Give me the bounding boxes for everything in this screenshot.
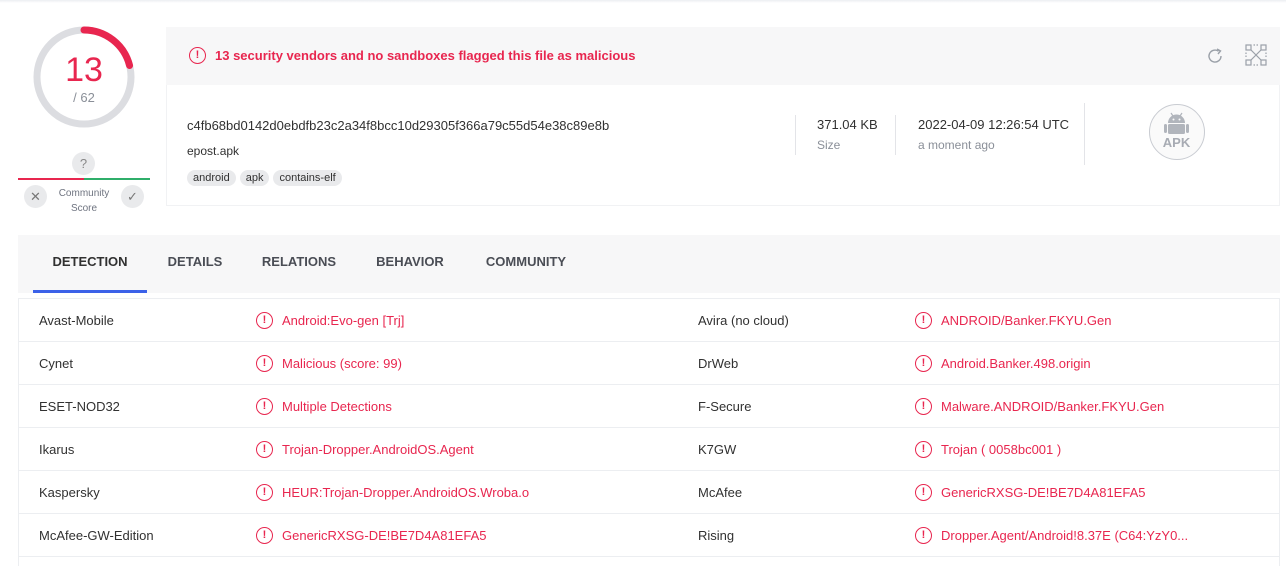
divider <box>895 115 896 155</box>
active-tab-indicator <box>33 290 147 293</box>
detection-result: GenericRXSG-DE!BE7D4A81EFA5 <box>941 485 1146 500</box>
vote-harmless-button[interactable]: ✓ <box>121 185 144 208</box>
detection-score-gauge: 13 / 62 <box>33 26 135 128</box>
vote-harmful-button[interactable]: ✕ <box>24 185 47 208</box>
vendor-name: ESET-NOD32 <box>39 399 120 414</box>
alert-icon: ! <box>256 312 273 329</box>
analysis-date-relative: a moment ago <box>918 138 995 152</box>
similar-files-icon[interactable] <box>1244 43 1268 67</box>
verdict-text: 13 security vendors and no sandboxes fla… <box>215 48 636 63</box>
detections-count: 13 <box>65 51 103 89</box>
file-type-label: APK <box>1162 135 1191 150</box>
vendor-name: DrWeb <box>698 356 739 371</box>
community-label-line2: Score <box>70 203 98 214</box>
detection-result: Android:Evo-gen [Trj] <box>282 313 405 328</box>
report-tabs: DETECTION DETAILS RELATIONS BEHAVIOR COM… <box>18 235 1280 293</box>
vendor-name: Rising <box>698 528 735 543</box>
tab-relations[interactable]: RELATIONS <box>251 235 347 293</box>
vendor-name: McAfee-GW-Edition <box>39 528 154 543</box>
top-shadow <box>0 0 1286 3</box>
alert-icon: ! <box>256 527 273 544</box>
alert-icon: ! <box>256 484 273 501</box>
divider <box>1084 103 1085 165</box>
alert-icon: ! <box>256 398 273 415</box>
tag-android[interactable]: android <box>187 170 236 186</box>
alert-icon: ! <box>915 484 932 501</box>
detection-result: Trojan ( 0058bc001 ) <box>941 442 1062 457</box>
table-row: Avast-Mobile ! Android:Evo-gen [Trj] Avi… <box>19 299 1279 342</box>
vendor-name: Ikarus <box>39 442 75 457</box>
community-negative-bar <box>18 178 84 180</box>
file-tags: android apk contains-elf <box>187 168 346 186</box>
detection-result: Android.Banker.498.origin <box>941 356 1091 371</box>
table-row: McAfee-GW-Edition ! GenericRXSG-DE!BE7D4… <box>19 514 1279 557</box>
alert-icon: ! <box>915 527 932 544</box>
table-row: Kaspersky ! HEUR:Trojan-Dropper.AndroidO… <box>19 471 1279 514</box>
detection-result: Malware.ANDROID/Banker.FKYU.Gen <box>941 399 1165 414</box>
community-help-icon[interactable]: ? <box>72 152 95 175</box>
vendor-name: Avira (no cloud) <box>698 313 789 328</box>
alert-icon: ! <box>915 355 932 372</box>
detection-result: ANDROID/Banker.FKYU.Gen <box>941 313 1112 328</box>
vendor-name: F-Secure <box>698 399 752 414</box>
vendor-name: K7GW <box>698 442 737 457</box>
divider <box>795 115 796 155</box>
table-row: Cynet ! Malicious (score: 99) DrWeb ! An… <box>19 342 1279 385</box>
tab-behavior[interactable]: BEHAVIOR <box>365 235 455 293</box>
file-hash[interactable]: c4fb68bd0142d0ebdfb23c2a34f8bcc10d29305f… <box>187 118 609 133</box>
alert-icon: ! <box>189 47 206 64</box>
file-size-label: Size <box>817 138 841 152</box>
detection-result: Multiple Detections <box>282 399 392 414</box>
alert-icon: ! <box>915 312 932 329</box>
tab-community[interactable]: COMMUNITY <box>473 235 579 293</box>
engines-total: / 62 <box>73 90 95 105</box>
community-label-line1: Community <box>58 188 110 199</box>
vendor-name: Kaspersky <box>39 485 100 500</box>
alert-icon: ! <box>915 441 932 458</box>
alert-icon: ! <box>915 398 932 415</box>
detection-result: GenericRXSG-DE!BE7D4A81EFA5 <box>282 528 487 543</box>
verdict-banner: ! 13 security vendors and no sandboxes f… <box>166 27 1280 85</box>
vendor-name: Cynet <box>39 356 73 371</box>
detection-result: Malicious (score: 99) <box>282 356 402 371</box>
tab-detection[interactable]: DETECTION <box>33 235 147 293</box>
apk-file-type-icon: APK <box>1149 104 1205 160</box>
tag-contains-elf[interactable]: contains-elf <box>273 170 342 186</box>
alert-icon: ! <box>256 355 273 372</box>
detection-result: Dropper.Agent/Android!8.37E (C64:YzY0... <box>941 528 1189 543</box>
file-size: 371.04 KB <box>817 117 878 132</box>
vendor-name: Avast-Mobile <box>39 313 114 328</box>
alert-icon: ! <box>256 441 273 458</box>
tag-apk[interactable]: apk <box>239 170 270 186</box>
detection-result: Trojan-Dropper.AndroidOS.Agent <box>282 442 474 457</box>
community-positive-bar <box>84 178 150 180</box>
table-row: ESET-NOD32 ! Multiple Detections F-Secur… <box>19 385 1279 428</box>
android-icon <box>1164 112 1189 134</box>
detection-result: HEUR:Trojan-Dropper.AndroidOS.Wroba.o <box>282 485 530 500</box>
vendor-name: McAfee <box>698 485 743 500</box>
table-row: Ikarus ! Trojan-Dropper.AndroidOS.Agent … <box>19 428 1279 471</box>
reanalyze-icon[interactable] <box>1205 46 1225 66</box>
file-name: epost.apk <box>187 144 240 158</box>
tab-details[interactable]: DETAILS <box>157 235 233 293</box>
file-info-card: c4fb68bd0142d0ebdfb23c2a34f8bcc10d29305f… <box>166 85 1280 206</box>
community-score-label: Community Score <box>50 186 118 216</box>
detections-table: Avast-Mobile ! Android:Evo-gen [Trj] Avi… <box>18 298 1280 566</box>
analysis-date: 2022-04-09 12:26:54 UTC <box>918 117 1070 132</box>
